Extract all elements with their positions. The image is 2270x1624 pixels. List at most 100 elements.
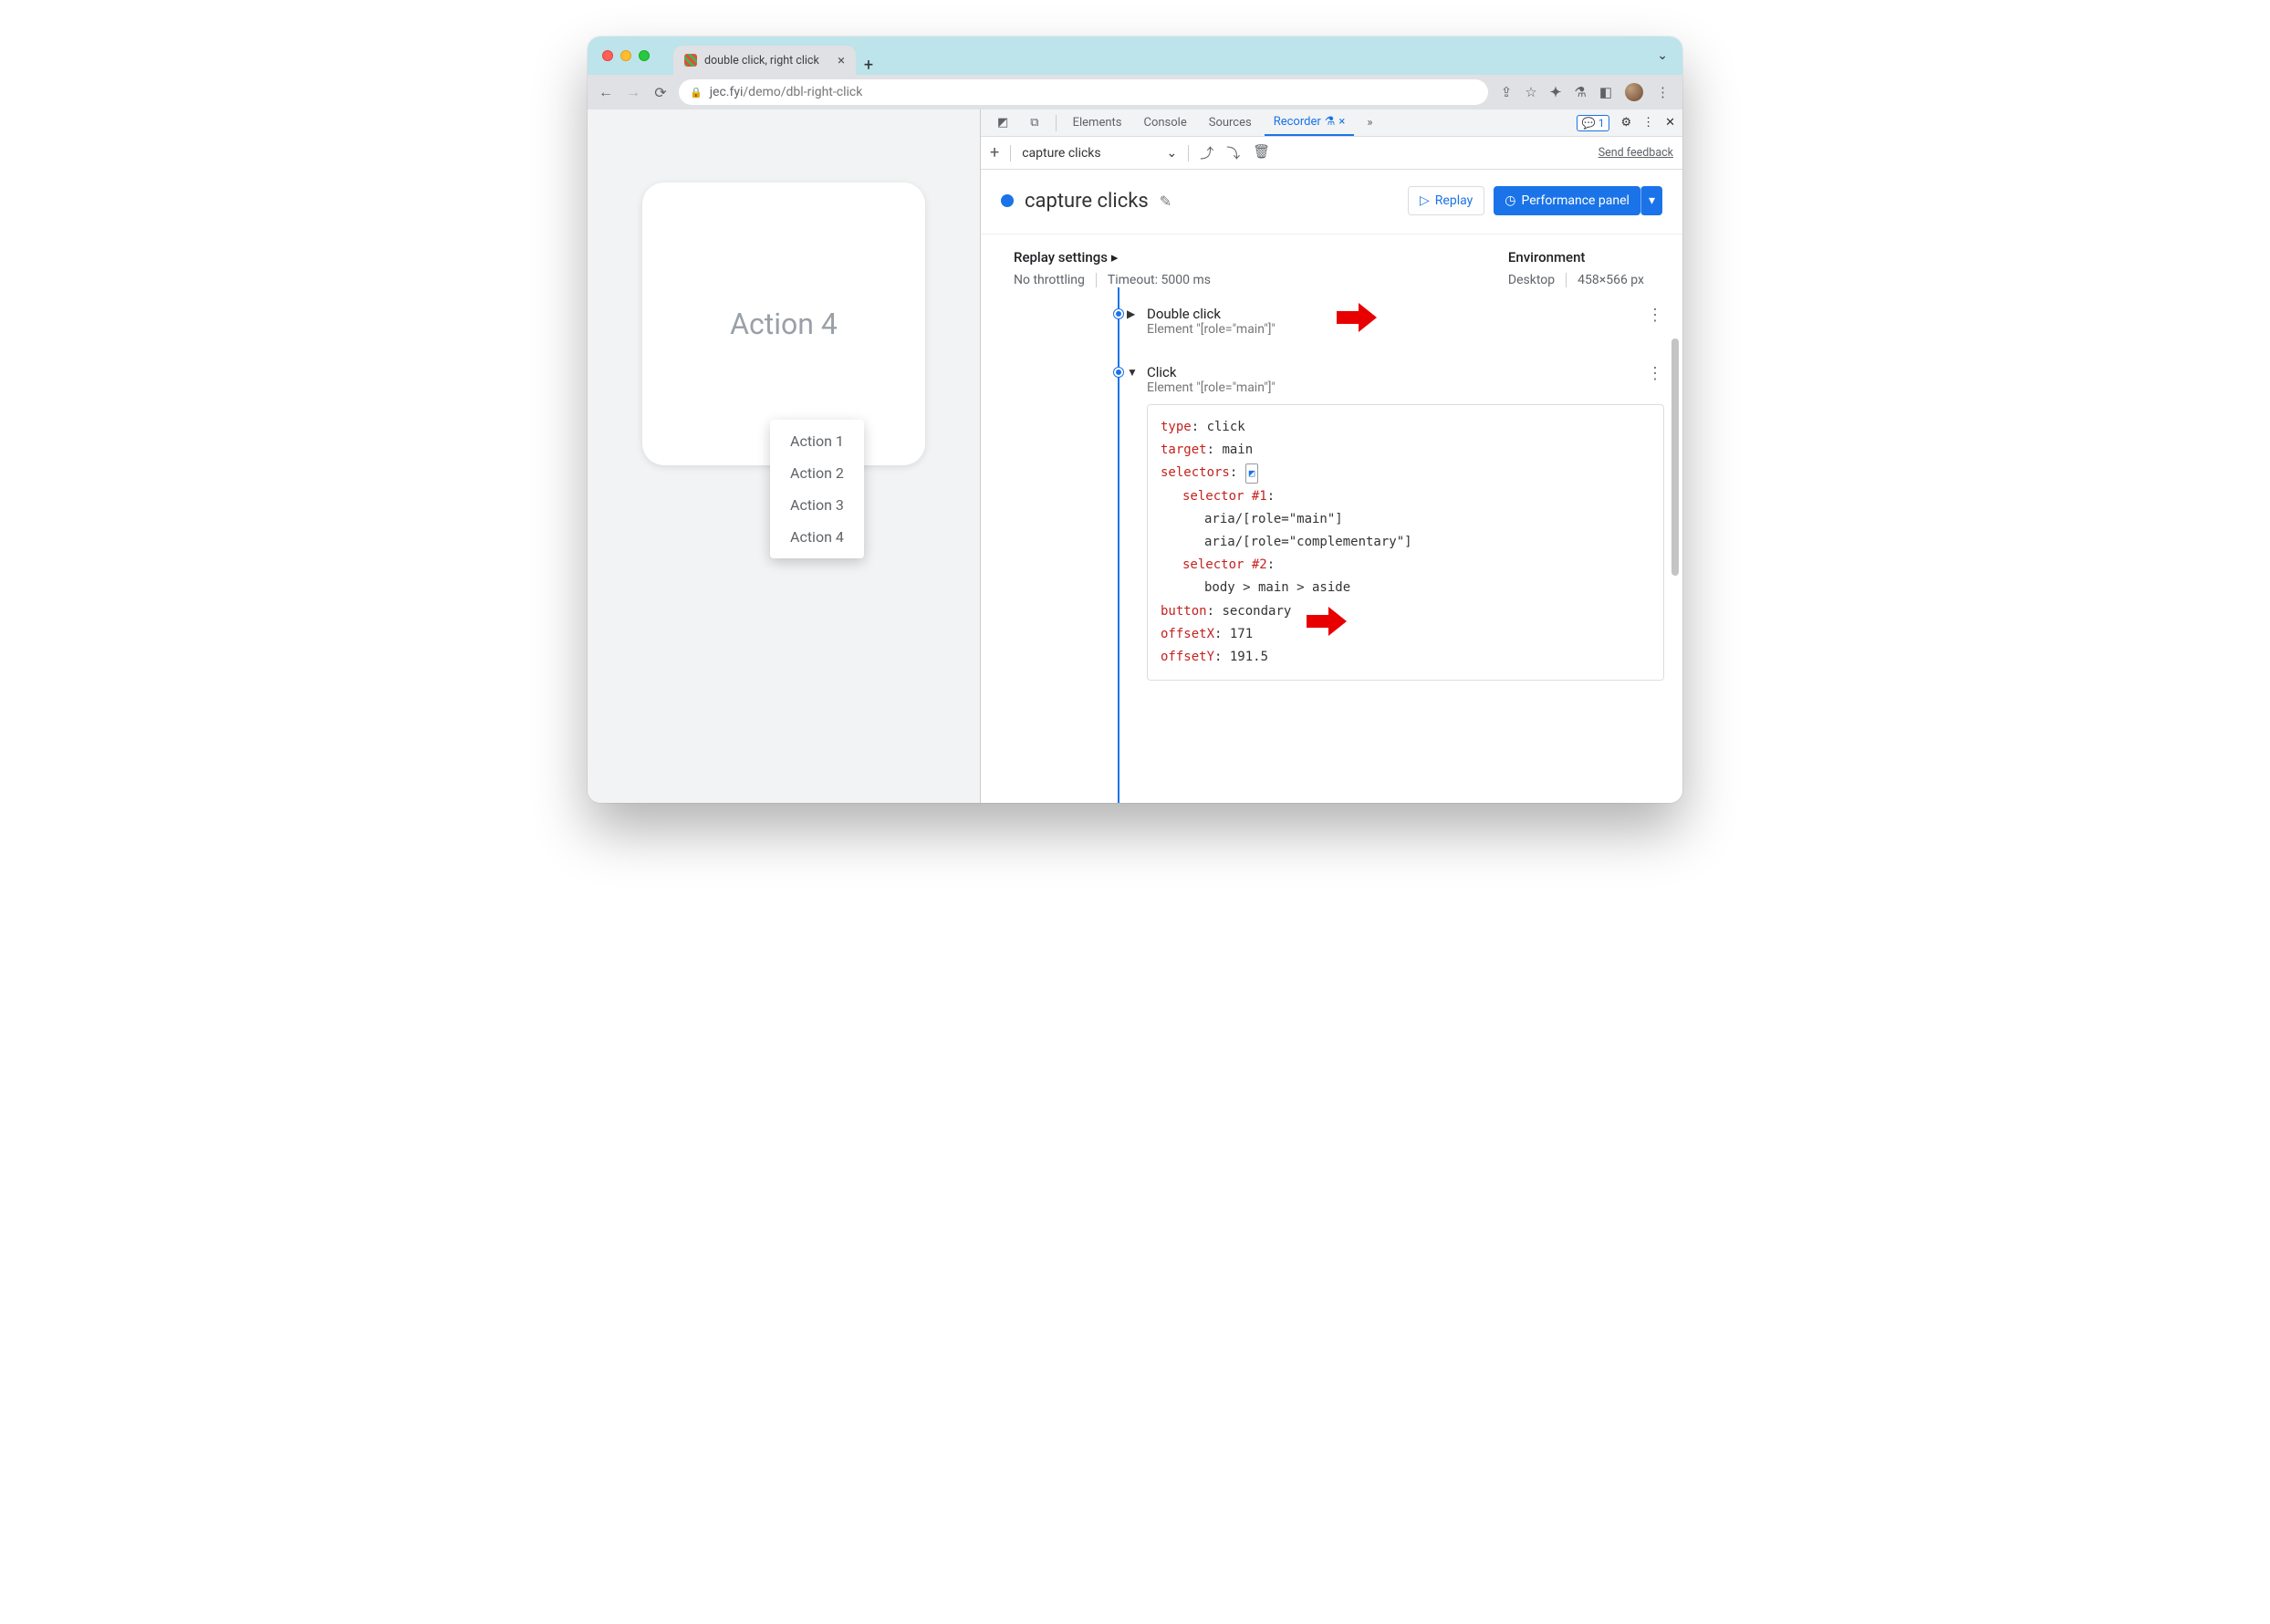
close-window-icon[interactable] — [602, 50, 613, 61]
caret-down-icon[interactable]: ▼ — [1127, 366, 1138, 379]
key-selector2: selector #2 — [1182, 557, 1267, 572]
export-icon[interactable]: ⤴ — [1200, 143, 1213, 162]
menu-item[interactable]: Action 2 — [770, 457, 864, 489]
import-icon[interactable]: ⤵ — [1226, 143, 1240, 162]
val-button[interactable]: secondary — [1222, 604, 1291, 619]
issues-badge[interactable]: 💬 1 — [1577, 115, 1610, 131]
add-recording-button[interactable]: + — [990, 143, 999, 162]
val-offsetx[interactable]: 171 — [1230, 627, 1253, 641]
step-title[interactable]: Click — [1147, 364, 1638, 380]
annotation-arrow-icon — [1307, 593, 1347, 659]
caret-right-icon: ▸ — [1111, 249, 1119, 265]
titlebar: double click, right click × + ⌄ — [588, 36, 1682, 75]
recording-select[interactable]: capture clicks ⌄ — [1022, 146, 1177, 161]
replay-button[interactable]: ▷ Replay — [1408, 186, 1484, 215]
reload-button[interactable]: ⟳ — [651, 84, 670, 101]
key-offsetx: offsetX — [1161, 627, 1214, 641]
step-dot-icon — [1114, 368, 1123, 377]
timeline-line — [1118, 287, 1119, 803]
recording-header: capture clicks ✎ ▷ Replay ◷ Performance … — [981, 170, 1682, 228]
performance-panel-dropdown[interactable]: ▾ — [1640, 186, 1662, 215]
throttling-value: No throttling — [1014, 273, 1085, 287]
nav-toolbar: ← → ⟳ 🔒 jec.fyi/demo/dbl-right-click ⇪ ☆… — [588, 75, 1682, 109]
browser-tab[interactable]: double click, right click × — [673, 46, 856, 75]
devtools-tabbar: ◩ ⧉ Elements Console Sources Recorder ⚗ … — [981, 109, 1682, 137]
menu-item[interactable]: Action 3 — [770, 489, 864, 521]
devtools-menu-icon[interactable]: ⋮ — [1642, 116, 1654, 130]
bookmark-icon[interactable]: ☆ — [1525, 84, 1536, 100]
devtools-close-icon[interactable]: ✕ — [1665, 116, 1675, 130]
step-title[interactable]: Double click — [1147, 306, 1638, 322]
environment-heading: Environment — [1508, 249, 1644, 265]
maximize-window-icon[interactable] — [639, 50, 650, 61]
val-type[interactable]: click — [1207, 420, 1245, 434]
replay-settings-heading[interactable]: Replay settings ▸ — [1014, 249, 1211, 265]
toolbar-actions: ⇪ ☆ ✦ ⚗ ◧ ⋮ — [1497, 83, 1673, 101]
step-details: type: click target: main selectors: ◩ se… — [1147, 404, 1664, 681]
timeout-value: Timeout: 5000 ms — [1108, 273, 1211, 287]
caret-right-icon[interactable]: ▶ — [1127, 307, 1138, 320]
back-button[interactable]: ← — [597, 83, 615, 101]
step-subtitle: Element "[role="main"]" — [1147, 380, 1638, 395]
scrollbar[interactable] — [1671, 338, 1679, 576]
menu-item[interactable]: Action 1 — [770, 425, 864, 457]
annotation-arrow-icon — [1337, 300, 1377, 343]
key-button: button — [1161, 604, 1207, 619]
new-tab-button[interactable]: + — [856, 56, 881, 75]
menu-item[interactable]: Action 4 — [770, 521, 864, 553]
step-item: ▶ Double click Element "[role="main"]" ⋮ — [1127, 306, 1664, 337]
gauge-icon: ◷ — [1505, 193, 1515, 208]
share-icon[interactable]: ⇪ — [1501, 84, 1513, 100]
address-bar[interactable]: 🔒 jec.fyi/demo/dbl-right-click — [679, 79, 1488, 105]
selector-line[interactable]: aria/[role="main"] — [1161, 508, 1650, 531]
tab-favicon-icon — [684, 54, 697, 67]
performance-panel-button[interactable]: ◷ Performance panel — [1494, 186, 1640, 215]
val-offsety[interactable]: 191.5 — [1230, 650, 1268, 664]
step-item: ▼ Click Element "[role="main"]" ⋮ type: … — [1127, 364, 1664, 681]
page-viewport: Action 4 Action 1 Action 2 Action 3 Acti… — [588, 109, 980, 803]
settings-gear-icon[interactable]: ⚙ — [1620, 116, 1631, 130]
steps-list: ▶ Double click Element "[role="main"]" ⋮ — [981, 287, 1682, 803]
more-tabs-icon[interactable]: » — [1358, 109, 1381, 136]
tab-list-chevron-icon[interactable]: ⌄ — [1657, 48, 1668, 63]
inspect-icon[interactable]: ◩ — [988, 109, 1017, 136]
panel-icon[interactable]: ◧ — [1599, 84, 1612, 100]
tab-sources[interactable]: Sources — [1200, 109, 1261, 136]
play-icon: ▷ — [1420, 193, 1430, 208]
step-menu-icon[interactable]: ⋮ — [1647, 306, 1664, 325]
browser-window: double click, right click × + ⌄ ← → ⟳ 🔒 … — [588, 36, 1682, 803]
selector-line[interactable]: body > main > aside — [1161, 577, 1650, 599]
element-picker-icon[interactable]: ◩ — [1245, 463, 1259, 484]
tab-close-icon[interactable]: × — [838, 52, 845, 68]
edit-title-icon[interactable]: ✎ — [1160, 193, 1171, 210]
device-value: Desktop — [1508, 273, 1555, 287]
tab-console[interactable]: Console — [1134, 109, 1195, 136]
key-target: target — [1161, 442, 1207, 457]
browser-menu-icon[interactable]: ⋮ — [1656, 84, 1670, 100]
step-subtitle: Element "[role="main"]" — [1147, 322, 1638, 337]
device-toggle-icon[interactable]: ⧉ — [1021, 109, 1047, 136]
tab-close-icon[interactable]: × — [1338, 115, 1345, 129]
traffic-lights — [588, 50, 664, 61]
recording-title: capture clicks — [1025, 190, 1149, 213]
selector-line[interactable]: aria/[role="complementary"] — [1161, 531, 1650, 554]
step-menu-icon[interactable]: ⋮ — [1647, 364, 1664, 383]
forward-button: → — [624, 83, 642, 101]
recorder-toolbar: + capture clicks ⌄ ⤴ ⤵ 🗑 Send feedback — [981, 137, 1682, 170]
send-feedback-link[interactable]: Send feedback — [1598, 146, 1673, 160]
card-label: Action 4 — [730, 307, 838, 341]
chevron-down-icon: ⌄ — [1166, 146, 1177, 161]
tab-recorder[interactable]: Recorder ⚗ × — [1265, 109, 1355, 136]
key-offsety: offsetY — [1161, 650, 1214, 664]
extensions-icon[interactable]: ✦ — [1550, 84, 1562, 100]
viewport-value: 458×566 px — [1578, 273, 1644, 287]
tab-elements[interactable]: Elements — [1064, 109, 1131, 136]
labs-icon[interactable]: ⚗ — [1574, 84, 1586, 100]
profile-avatar[interactable] — [1625, 83, 1643, 101]
delete-icon[interactable]: 🗑 — [1253, 143, 1270, 162]
devtools-panel: ◩ ⧉ Elements Console Sources Recorder ⚗ … — [980, 109, 1682, 803]
context-menu: Action 1 Action 2 Action 3 Action 4 — [770, 420, 864, 558]
settings-row: Replay settings ▸ No throttling Timeout:… — [981, 234, 1682, 287]
val-target[interactable]: main — [1222, 442, 1253, 457]
minimize-window-icon[interactable] — [620, 50, 631, 61]
